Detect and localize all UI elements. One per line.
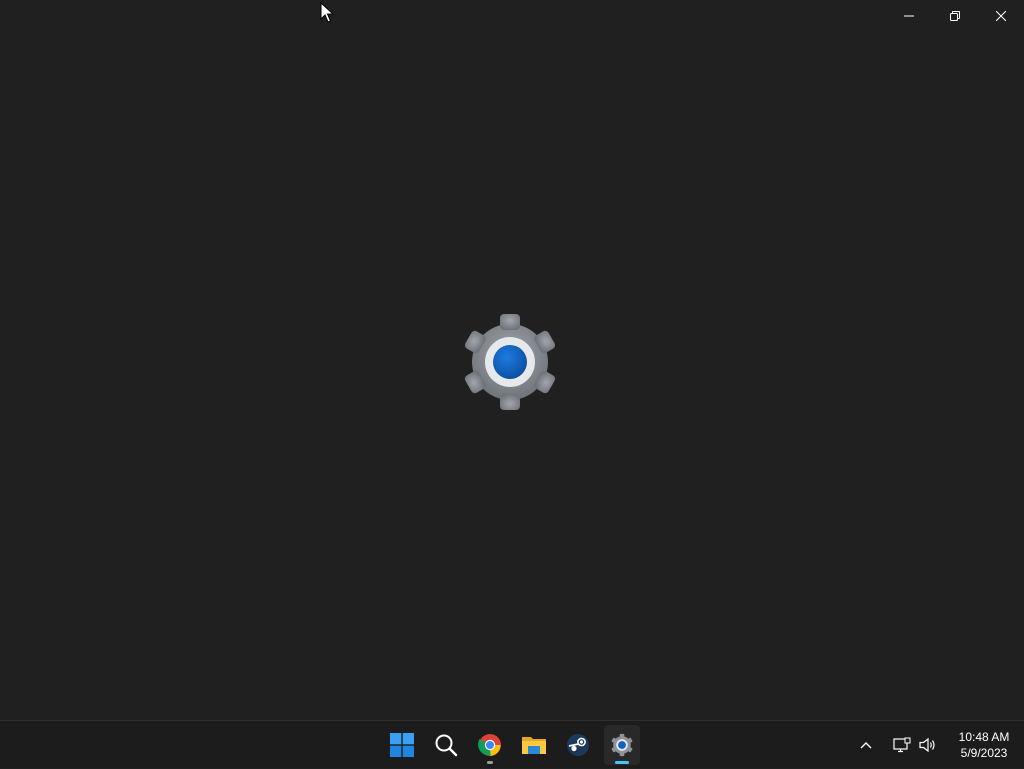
close-icon bbox=[996, 11, 1006, 21]
clock[interactable]: 10:48 AM 5/9/2023 bbox=[948, 725, 1020, 765]
network-button[interactable] bbox=[890, 729, 914, 761]
mouse-cursor-icon bbox=[320, 2, 334, 23]
settings-splash-logo bbox=[458, 310, 562, 414]
search-icon bbox=[435, 734, 458, 757]
minimize-icon bbox=[904, 15, 914, 17]
title-bar[interactable] bbox=[0, 0, 1024, 32]
settings-app-window bbox=[0, 0, 1024, 720]
steam-button[interactable] bbox=[556, 721, 600, 769]
folder-icon bbox=[522, 737, 546, 754]
taskbar-apps bbox=[380, 721, 644, 769]
settings-button[interactable] bbox=[600, 721, 644, 769]
volume-icon bbox=[919, 737, 935, 753]
window-controls bbox=[886, 0, 1024, 32]
restore-icon bbox=[950, 11, 960, 21]
settings-gear-icon bbox=[611, 733, 633, 757]
volume-button[interactable] bbox=[916, 729, 940, 761]
network-icon bbox=[893, 737, 911, 753]
close-button[interactable] bbox=[978, 0, 1024, 32]
settings-gear-icon bbox=[464, 314, 556, 410]
start-button[interactable] bbox=[380, 721, 424, 769]
windows-logo-icon bbox=[390, 733, 414, 757]
restore-button[interactable] bbox=[932, 0, 978, 32]
running-indicator bbox=[487, 761, 493, 764]
minimize-button[interactable] bbox=[886, 0, 932, 32]
clock-time: 10:48 AM bbox=[958, 730, 1010, 744]
system-tray: 10:48 AM 5/9/2023 bbox=[854, 721, 1024, 769]
chrome-icon bbox=[478, 734, 501, 756]
show-hidden-icons-button[interactable] bbox=[854, 729, 878, 761]
search-button[interactable] bbox=[424, 721, 468, 769]
file-explorer-button[interactable] bbox=[512, 721, 556, 769]
steam-icon bbox=[567, 734, 589, 756]
clock-date: 5/9/2023 bbox=[960, 746, 1008, 760]
chevron-up-icon bbox=[860, 742, 872, 749]
taskbar: 10:48 AM 5/9/2023 bbox=[0, 720, 1024, 768]
active-indicator bbox=[615, 761, 629, 764]
chrome-button[interactable] bbox=[468, 721, 512, 769]
